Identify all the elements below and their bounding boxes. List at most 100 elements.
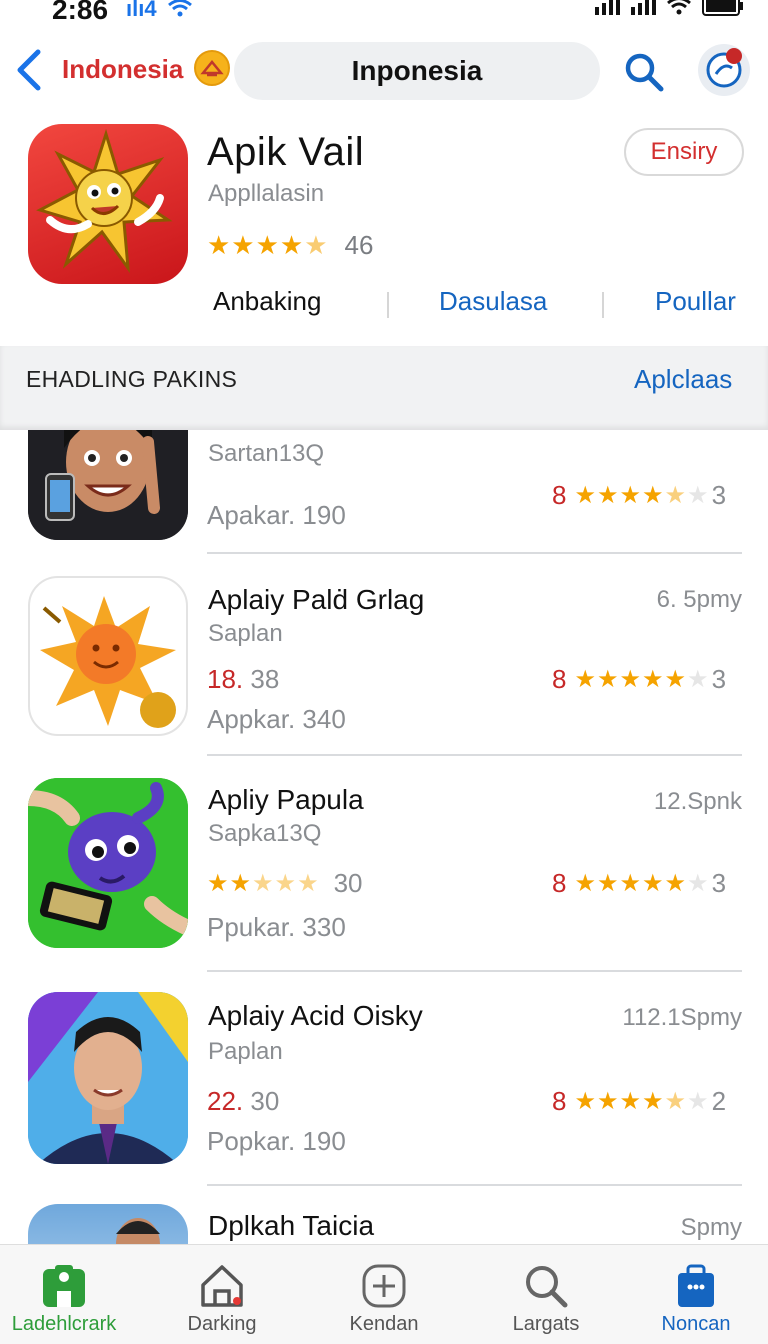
status-time: 2:86 xyxy=(52,0,109,25)
app-size: Spmy xyxy=(680,1214,742,1241)
rating-stars: ★★★★★ xyxy=(207,870,320,897)
rating-tail: 2 xyxy=(711,1086,727,1116)
monster-icon xyxy=(28,778,188,948)
section-header: EHADLING PAKINS Aplclaas xyxy=(0,346,768,430)
cellular-icon xyxy=(595,0,620,15)
tab-today[interactable]: Ladehlcrark xyxy=(0,1245,134,1344)
search-icon xyxy=(625,53,664,92)
region-badge-icon xyxy=(194,50,230,86)
rating-number: 8 xyxy=(552,1086,567,1116)
back-button[interactable] xyxy=(14,48,44,92)
app-size: 12.Spnk xyxy=(653,788,742,815)
app-icon[interactable] xyxy=(28,124,188,284)
rating-count: 46 xyxy=(344,230,374,260)
app-category: Paplan xyxy=(208,1038,283,1065)
app-title: Apik Vail xyxy=(207,130,365,174)
tab-divider xyxy=(387,292,389,318)
app-downloads: Apakar. 190 xyxy=(207,500,346,530)
app-rating: ★★★★★ 46 xyxy=(207,230,373,261)
app-thumbnail xyxy=(28,576,188,736)
app-category: Sartan13Q xyxy=(208,440,325,467)
app-header: Apik Vail Appllalasin ★★★★★ 46 Ensiry An… xyxy=(0,110,768,346)
price-red: 18. xyxy=(207,664,244,694)
app-category: Saplan xyxy=(208,620,283,647)
app-rating: 8 ★★★★★★ 3 xyxy=(552,664,726,695)
app-title: Apliy Papula xyxy=(208,784,364,815)
app-title: Aplaiy Acid Oisky xyxy=(208,1000,423,1031)
price-rest: 38 xyxy=(243,664,280,694)
tab-kendan[interactable]: Kendan xyxy=(314,1245,454,1344)
wifi-icon xyxy=(667,0,691,15)
app-thumbnail xyxy=(28,1204,188,1244)
rating-tail: 3 xyxy=(711,664,727,694)
app-subtitle: Appllalasin xyxy=(208,180,325,207)
home-icon xyxy=(201,1265,243,1307)
app-price: 22. 30 xyxy=(207,1086,279,1117)
divider xyxy=(207,552,742,554)
country-label[interactable]: Indonesia xyxy=(62,54,183,85)
rating-number: 8 xyxy=(552,868,567,898)
list-item[interactable]: Aplaiy Acid Oisky 112.1Spmy Paplan 22. 3… xyxy=(0,992,768,1192)
tab-noncan[interactable]: Noncan xyxy=(626,1245,766,1344)
app-thumbnail xyxy=(28,778,188,948)
tab-label: Kendan xyxy=(349,1313,419,1335)
tab-darking[interactable]: Darking xyxy=(152,1245,292,1344)
person-portrait-icon xyxy=(28,992,188,1164)
get-button[interactable]: Ensiry xyxy=(624,128,744,176)
briefcase-icon xyxy=(678,1264,714,1307)
avatar xyxy=(706,48,742,88)
plus-icon xyxy=(362,1264,406,1308)
status-right xyxy=(594,0,744,16)
nav-bar: Indonesia Inponesia xyxy=(0,30,768,110)
app-list: Sartan13Q 8 ★★★★★★ 3 Apakar. 190 Aplaiy … xyxy=(0,398,768,1244)
app-thumbnail xyxy=(28,992,188,1164)
divider xyxy=(207,754,742,756)
app-category: Sapka13Q xyxy=(208,820,322,847)
app-downloads: Appkar. 340 xyxy=(207,704,346,734)
tab-label: Darking xyxy=(187,1313,257,1335)
rating-stars: ★★★★★ xyxy=(207,230,329,260)
app-size: 112.1Spmy xyxy=(622,1004,742,1031)
wifi-icon xyxy=(167,0,192,17)
status-bar: 2:86 ılı4 xyxy=(0,0,768,30)
network-label: 4 xyxy=(144,0,157,21)
tab-largats[interactable]: Largats xyxy=(476,1245,616,1344)
search-button[interactable] xyxy=(622,50,666,94)
signal-icon: ılı xyxy=(126,0,145,21)
search-icon xyxy=(526,1266,568,1308)
app-title: Dplkah Taicia xyxy=(208,1210,375,1241)
list-item[interactable]: Apliy Papula 12.Spnk Sapka13Q ★★★★★ 30 8… xyxy=(0,778,768,978)
price-rest: 30 xyxy=(243,1086,280,1116)
battery-icon xyxy=(702,0,743,16)
list-item[interactable]: Dplkah Taicia Spmy xyxy=(0,1204,768,1244)
cellular-icon-2 xyxy=(631,0,656,15)
rating-number: 8 xyxy=(552,480,567,510)
tab-dasulasa[interactable]: Dasulasa xyxy=(439,286,547,317)
account-button[interactable] xyxy=(698,44,750,96)
rating-tail: 3 xyxy=(711,868,727,898)
app-left-rating: ★★★★★ 30 xyxy=(207,868,363,899)
search-field[interactable]: Inponesia xyxy=(234,42,600,100)
person-icon xyxy=(116,1218,160,1244)
sun-mascot-icon xyxy=(36,128,173,274)
tab-poullar[interactable]: Poullar xyxy=(655,286,736,317)
app-title: Aplaiy Palḋ Grlag xyxy=(208,584,425,615)
divider xyxy=(207,1184,742,1186)
section-link[interactable]: Aplclaas xyxy=(634,364,732,395)
bottom-tab-bar: Ladehlcrark Darking Kendan Largats Nonca… xyxy=(0,1244,768,1344)
price-red: 22. xyxy=(207,1086,244,1116)
chevron-left-icon xyxy=(17,49,41,91)
today-icon xyxy=(43,1265,85,1307)
rating-stars: ★★★★★★ xyxy=(574,666,710,693)
list-item[interactable]: Aplaiy Palḋ Grlag 6. 5pmy Saplan 18. 38 … xyxy=(0,574,768,756)
tab-anbaking[interactable]: Anbaking xyxy=(213,286,321,317)
rating-stars: ★★★★★★ xyxy=(574,870,710,897)
network-indicator: ılı4 xyxy=(126,0,193,22)
app-downloads: Ppukar. 330 xyxy=(207,912,346,942)
tab-label: Largats xyxy=(512,1313,580,1335)
app-rating: 8 ★★★★★★ 3 xyxy=(552,480,726,511)
app-downloads: Popkar. 190 xyxy=(207,1126,346,1156)
sun-icon xyxy=(40,596,176,728)
app-rating: 8 ★★★★★★ 2 xyxy=(552,1086,726,1117)
tab-label: Noncan xyxy=(661,1313,731,1335)
